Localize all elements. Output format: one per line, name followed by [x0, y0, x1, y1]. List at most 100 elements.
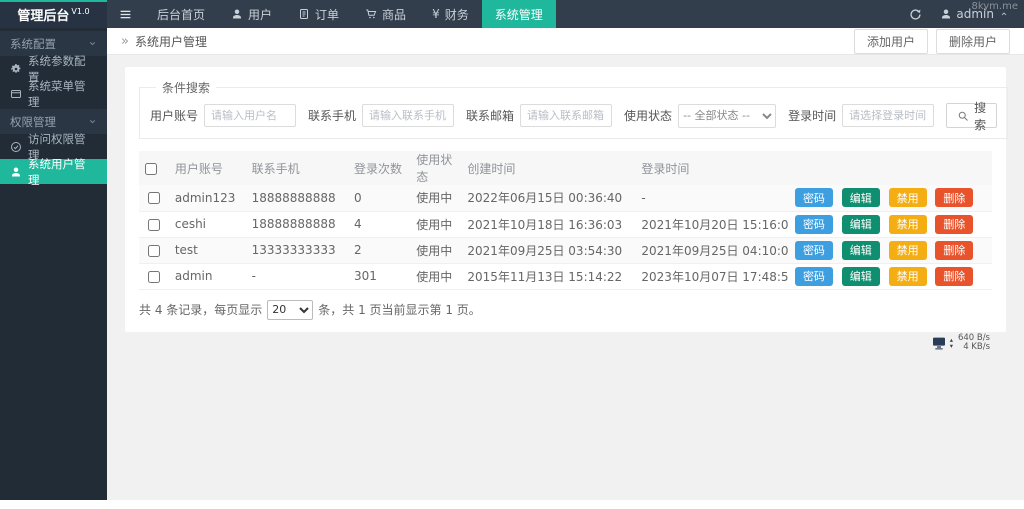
email-label: 联系邮箱 — [466, 109, 515, 123]
cell-actions: 密码 编辑 禁用 删除 — [788, 263, 992, 290]
sidebar: 系统配置 系统参数配置 系统菜单管理 权限管理 访问权限管理 系统用户管理 — [0, 28, 107, 500]
sidebar-entry[interactable]: 系统菜单管理 — [0, 79, 107, 109]
search-panel: 条件搜索 用户账号 联系手机 联系邮箱 使用状态 — [139, 79, 1009, 139]
app-window: 管理后台 V1.0 后台首页 用户 订单 商品 ¥ 财务 系统管理 admin … — [0, 0, 1024, 500]
cell-actions: 密码 编辑 禁用 删除 — [788, 185, 992, 212]
delete-user-button[interactable]: 删除用户 — [935, 28, 1010, 54]
email-input[interactable] — [520, 104, 613, 127]
account-input[interactable] — [204, 104, 297, 127]
topbar: 管理后台 V1.0 后台首页 用户 订单 商品 ¥ 财务 系统管理 admin — [0, 0, 1024, 28]
sidebar-entry-icon — [10, 88, 22, 100]
user-icon — [940, 8, 952, 20]
top-menu-item[interactable]: 后台首页 — [144, 0, 218, 28]
row-checkbox[interactable] — [147, 270, 160, 283]
search-button-label: 搜 索 — [974, 100, 987, 132]
cell-status: 使用中 — [410, 211, 462, 238]
traffic-monitor-icon — [931, 335, 947, 351]
edit-button[interactable]: 编辑 — [841, 266, 880, 286]
sidebar-entry-label: 系统配置 — [10, 36, 56, 51]
table-row: ceshi 18888888888 4 使用中 2021年10月18日 16:3… — [139, 211, 992, 238]
cell-status: 使用中 — [410, 185, 462, 212]
row-checkbox[interactable] — [147, 244, 160, 257]
cell-phone: - — [245, 263, 348, 290]
edit-button[interactable]: 编辑 — [841, 188, 880, 208]
select-all-checkbox[interactable] — [145, 162, 157, 175]
delete-row-button[interactable]: 删除 — [935, 240, 974, 260]
top-menu-item-label: 财务 — [444, 7, 469, 22]
login-time-input[interactable] — [842, 104, 935, 127]
chevron-down-icon — [88, 117, 97, 126]
status-label: 使用状态 — [624, 109, 673, 123]
search-field-email: 联系邮箱 — [466, 104, 613, 127]
status-select[interactable]: -- 全部状态 -- — [678, 103, 777, 128]
top-menu-item[interactable]: 订单 — [285, 0, 352, 28]
col-phone: 联系手机 — [251, 161, 300, 176]
traffic-values: 640 B/s 4 KB/s — [956, 334, 990, 352]
breadcrumb: 系统用户管理 — [134, 34, 207, 49]
password-button[interactable]: 密码 — [794, 214, 833, 234]
sidebar-entry[interactable]: 系统用户管理 — [0, 157, 107, 187]
edit-button[interactable]: 编辑 — [841, 240, 880, 260]
top-menu-item-icon — [298, 8, 310, 20]
col-last-login: 登录时间 — [641, 161, 690, 176]
cell-status: 使用中 — [410, 263, 462, 290]
disable-button[interactable]: 禁用 — [888, 240, 927, 260]
page-actions: 添加用户 删除用户 — [853, 28, 1010, 54]
delete-row-button[interactable]: 删除 — [935, 188, 974, 208]
top-menu-item[interactable]: 用户 — [218, 0, 285, 28]
cell-created: 2021年10月18日 16:36:03 — [461, 211, 636, 238]
logo-text: 管理后台 — [17, 8, 70, 24]
password-button[interactable]: 密码 — [794, 240, 833, 260]
users-table: 用户账号 联系手机 登录次数 使用状态 创建时间 登录时间 admin123 1… — [139, 151, 992, 290]
cell-logins: 2 — [347, 237, 411, 264]
row-checkbox[interactable] — [147, 218, 160, 231]
row-checkbox[interactable] — [147, 192, 160, 205]
search-field-account: 用户账号 — [150, 104, 297, 127]
table-row: test 13333333333 2 使用中 2021年09月25日 03:54… — [139, 237, 992, 264]
password-button[interactable]: 密码 — [794, 266, 833, 286]
search-button[interactable]: 搜 索 — [946, 101, 998, 132]
logo-version: V1.0 — [71, 6, 90, 16]
disable-button[interactable]: 禁用 — [888, 266, 927, 286]
refresh-icon[interactable] — [909, 8, 922, 21]
content-card: 条件搜索 用户账号 联系手机 联系邮箱 使用状态 — [125, 67, 1009, 332]
top-menu-item[interactable]: ¥ 财务 — [419, 0, 482, 28]
top-menu-item-icon — [365, 8, 377, 20]
col-account: 用户账号 — [174, 161, 223, 176]
cell-actions: 密码 编辑 禁用 删除 — [788, 237, 992, 264]
add-user-button[interactable]: 添加用户 — [853, 28, 928, 54]
download-arrow-icon: ▾ — [949, 342, 953, 350]
col-status: 使用状态 — [416, 153, 453, 184]
cell-last-login: 2021年09月25日 04:10:09 — [635, 237, 789, 264]
chevron-down-icon — [88, 39, 97, 48]
delete-row-button[interactable]: 删除 — [935, 214, 974, 234]
password-button[interactable]: 密码 — [794, 188, 833, 208]
search-panel-title: 条件搜索 — [162, 81, 211, 95]
pagination-prefix: 共 4 条记录，每页显示 — [139, 303, 263, 317]
network-monitor-widget: ▴ ▾ 640 B/s 4 KB/s — [931, 334, 990, 352]
disable-button[interactable]: 禁用 — [888, 188, 927, 208]
top-menu-item-label: 用户 — [248, 7, 273, 22]
table-row: admin - 301 使用中 2015年11月13日 15:14:22 202… — [139, 263, 992, 290]
phone-input[interactable] — [362, 104, 455, 127]
top-menu-item[interactable]: 系统管理 — [481, 0, 556, 28]
edit-button[interactable]: 编辑 — [841, 214, 880, 234]
page-size-select[interactable]: 20 — [267, 299, 314, 320]
download-speed: 4 KB/s — [963, 342, 990, 352]
cell-created: 2015年11月13日 15:14:22 — [461, 263, 636, 290]
top-menu-item[interactable]: 商品 — [352, 0, 419, 28]
cell-logins: 0 — [347, 185, 411, 212]
table-row: admin123 18888888888 0 使用中 2022年06月15日 0… — [139, 185, 992, 212]
cell-account: admin123 — [168, 185, 246, 212]
hamburger-icon[interactable] — [107, 0, 144, 28]
pagination: 共 4 条记录，每页显示 20 条，共 1 页当前显示第 1 页。 — [139, 299, 992, 320]
table-header-row: 用户账号 联系手机 登录次数 使用状态 创建时间 登录时间 — [139, 151, 992, 185]
search-field-status: 使用状态 -- 全部状态 -- — [624, 103, 777, 128]
top-menu-item-icon: ¥ — [432, 7, 440, 21]
breadcrumb-icon: » — [121, 33, 129, 49]
top-menu-item-label: 商品 — [382, 7, 407, 22]
delete-row-button[interactable]: 删除 — [935, 266, 974, 286]
disable-button[interactable]: 禁用 — [888, 214, 927, 234]
sidebar-entry-label: 权限管理 — [10, 114, 56, 129]
sidebar-entry-label: 系统菜单管理 — [28, 78, 86, 109]
